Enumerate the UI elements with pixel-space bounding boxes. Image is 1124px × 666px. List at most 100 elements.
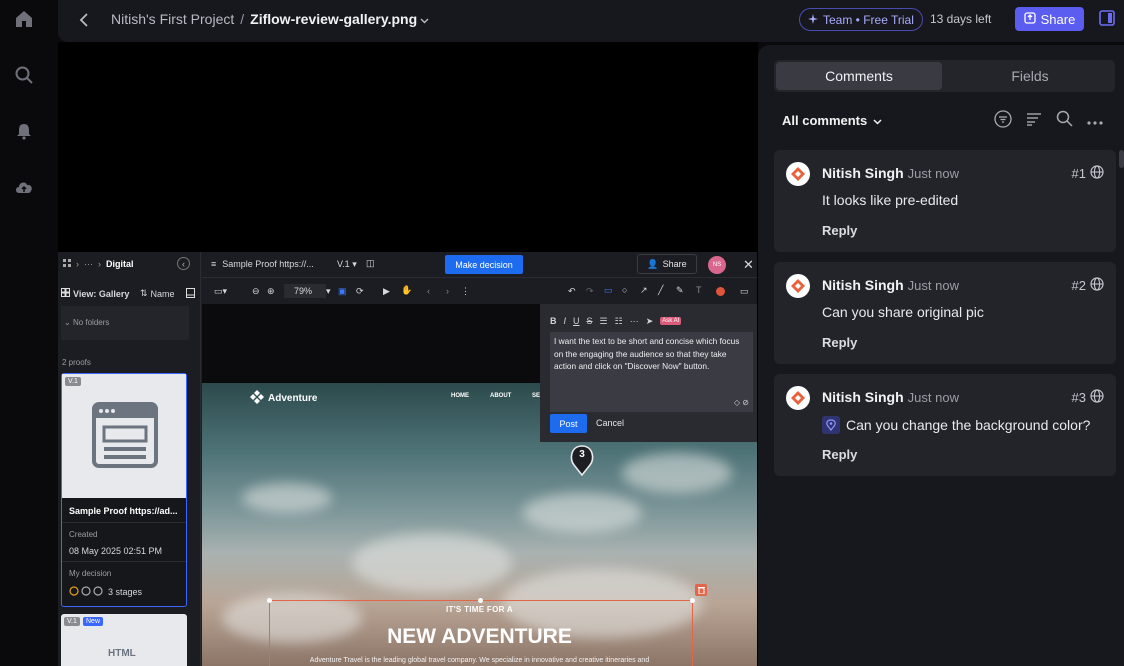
folder-name[interactable]: Digital	[106, 259, 134, 269]
menu-icon[interactable]: ≡	[211, 259, 216, 269]
pin-marker-icon[interactable]	[822, 416, 840, 434]
line-tool-icon[interactable]: ╱	[658, 285, 663, 296]
hand-icon[interactable]: ✋	[401, 285, 412, 296]
zoom-out-icon[interactable]: ⊖	[252, 286, 260, 297]
annotation-rectangle[interactable]	[267, 598, 695, 666]
strikethrough-icon[interactable]: S	[587, 316, 593, 326]
reply-button[interactable]: Reply	[822, 447, 857, 462]
redo-icon[interactable]: ↷	[586, 286, 594, 297]
comment-tool-icon[interactable]: ▭	[740, 286, 749, 297]
brand-logo-icon	[250, 390, 264, 407]
proof-card-title: Sample Proof https://ad...	[69, 506, 178, 516]
chevron-down-icon	[873, 113, 882, 128]
proof-image[interactable]: › ··· › Digital ‹ View: Gallery ⇅ Name ⌄ …	[58, 252, 757, 666]
bell-icon[interactable]	[13, 120, 35, 142]
make-decision-button[interactable]: Make decision	[445, 255, 523, 274]
filter-label: All comments	[782, 113, 868, 128]
post-button[interactable]: Post	[550, 414, 587, 433]
next-icon[interactable]: ›	[446, 286, 449, 296]
zoom-dropdown-icon[interactable]: ▾	[326, 286, 331, 297]
proof-card[interactable]: V.1 Sample Proof https://ad... Created 0…	[61, 373, 187, 607]
cursor-icon[interactable]: ➤	[646, 316, 654, 327]
collapse-sidebar-icon[interactable]: ‹	[177, 257, 190, 270]
brand-name: Adventure	[268, 393, 318, 404]
breadcrumb-project[interactable]: Nitish's First Project	[111, 11, 234, 27]
embed-share-button[interactable]: 👤 Share	[637, 254, 697, 274]
view-gallery-button[interactable]: View: Gallery	[61, 288, 129, 299]
comment-card[interactable]: Nitish Singh Just now #2 Can you share or…	[774, 262, 1116, 364]
prev-icon[interactable]: ‹	[427, 286, 430, 296]
comment-card[interactable]: Nitish Singh Just now #3 Can you change t…	[774, 374, 1116, 476]
search-icon[interactable]	[1056, 110, 1073, 132]
attach-icon[interactable]: ◇ ⊘	[734, 397, 749, 410]
comment-number: #1	[1072, 165, 1104, 182]
delete-annotation-icon[interactable]	[695, 584, 707, 596]
color-picker[interactable]	[716, 287, 725, 296]
created-label: Created	[69, 530, 98, 539]
more-icon[interactable]: ⋮	[461, 286, 470, 297]
more-horizontal-icon[interactable]	[1087, 112, 1103, 130]
site-nav-about: ABOUT	[490, 393, 512, 399]
comment-author: Nitish Singh Just now	[822, 389, 959, 405]
compare-icon[interactable]: ◫	[366, 258, 375, 269]
comments-panel: Comments Fields All comments Nitish Sing…	[758, 45, 1124, 666]
reply-button[interactable]: Reply	[822, 223, 857, 238]
breadcrumb-file[interactable]: Ziflow-review-gallery.png	[250, 11, 417, 27]
more-icon[interactable]: ···	[630, 316, 639, 326]
pin-number: 3	[579, 449, 585, 460]
fit-icon[interactable]: ▣	[338, 286, 347, 297]
comment-time: Just now	[907, 166, 959, 181]
cancel-button[interactable]: Cancel	[596, 418, 624, 428]
sort-icon[interactable]	[1026, 112, 1042, 131]
version-select[interactable]: V.1 ▾	[337, 259, 357, 270]
filter-icon[interactable]	[994, 109, 1012, 133]
ask-ai-button[interactable]: Ask AI	[660, 317, 682, 325]
rectangle-tool-icon[interactable]: ▭	[604, 285, 613, 296]
search-icon[interactable]	[13, 64, 35, 86]
comment-pin-3[interactable]: 3	[569, 443, 595, 477]
sort-button[interactable]: ⇅ Name	[140, 288, 175, 299]
undo-icon[interactable]: ↶	[568, 286, 576, 297]
pen-tool-icon[interactable]: ✎	[676, 285, 684, 296]
no-folders-row[interactable]: ⌄ No folders	[64, 318, 109, 327]
reply-button[interactable]: Reply	[822, 335, 857, 350]
comment-textarea[interactable]: I want the text to be short and concise …	[550, 332, 753, 412]
grid-icon[interactable]	[63, 259, 71, 269]
circle-tool-icon[interactable]: ○	[622, 285, 627, 295]
embed-header: ≡ Sample Proof https://... V.1 ▾ ◫ Make …	[202, 252, 757, 278]
tab-comments[interactable]: Comments	[776, 62, 942, 90]
close-icon[interactable]: ✕	[743, 257, 754, 273]
layout-icon[interactable]: ▭▾	[214, 286, 227, 297]
chevron-down-icon[interactable]	[420, 11, 429, 27]
home-icon[interactable]	[13, 8, 35, 30]
numbered-list-icon[interactable]: ☷	[615, 316, 623, 327]
clock-icon	[93, 586, 103, 598]
toggle-panel-icon[interactable]	[1099, 10, 1115, 26]
cloud-upload-icon[interactable]	[13, 176, 35, 198]
arrow-tool-icon[interactable]: ↗	[640, 285, 648, 296]
back-chevron-icon[interactable]	[74, 10, 94, 30]
bullet-list-icon[interactable]: ☰	[600, 316, 608, 327]
chevron-right-icon: ›	[98, 259, 101, 269]
play-icon[interactable]: ▶	[383, 286, 390, 297]
globe-icon	[1090, 277, 1104, 294]
avatar[interactable]: NS	[708, 256, 726, 274]
breadcrumb-ellipsis[interactable]: ···	[84, 259, 93, 269]
share-button[interactable]: Share	[1015, 7, 1084, 31]
comment-time: Just now	[907, 390, 959, 405]
bold-icon[interactable]: B	[550, 316, 557, 326]
panel-scrollbar[interactable]	[1119, 150, 1124, 168]
zoom-level[interactable]: 79%	[284, 284, 326, 298]
comment-text-row: Can you change the background color?	[822, 416, 1090, 434]
list-view-icon[interactable]	[186, 288, 195, 300]
underline-icon[interactable]: U	[573, 316, 580, 326]
free-trial-badge[interactable]: Team • Free Trial	[799, 8, 923, 31]
comment-card[interactable]: Nitish Singh Just now #1 It looks like pr…	[774, 150, 1116, 252]
rotate-icon[interactable]: ⟳	[356, 286, 364, 297]
text-tool-icon[interactable]: T	[696, 285, 702, 295]
italic-icon[interactable]: I	[564, 316, 567, 326]
comments-filter-dropdown[interactable]: All comments	[782, 113, 882, 128]
zoom-in-icon[interactable]: ⊕	[267, 286, 275, 297]
proof-card[interactable]: V.1 New HTML	[61, 614, 187, 666]
tab-fields[interactable]: Fields	[947, 62, 1113, 90]
